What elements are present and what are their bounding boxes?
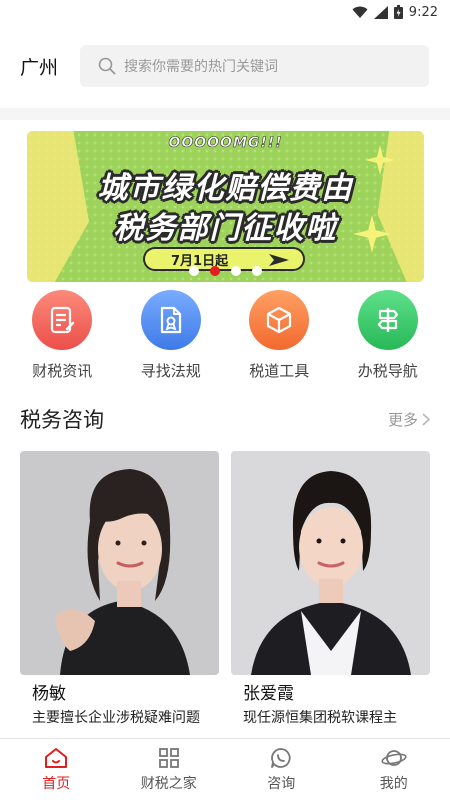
advisor-name: 杨敏 (32, 684, 66, 704)
tab-home[interactable]: 首页 (0, 739, 113, 800)
status-bar: 9:22 (0, 0, 450, 24)
shortcut-label: 税道工具 (249, 362, 310, 380)
pager-dot-active[interactable] (209, 266, 220, 276)
search-input[interactable]: 搜索你需要的热门关键词 (80, 45, 429, 87)
document-edit-icon (51, 306, 75, 334)
banner-headline-1: 城市绿化赔偿费由 (97, 171, 354, 206)
bottom-tab-bar: 首页 财税之家 咨询 我的 (0, 738, 450, 800)
tab-label: 咨询 (267, 775, 296, 792)
planet-icon (381, 749, 407, 766)
advisor-photo (20, 451, 219, 675)
certificate-file-icon (160, 306, 181, 334)
more-link[interactable]: 更多 (388, 409, 430, 430)
pager-dot[interactable] (188, 266, 199, 276)
advisor-photo (231, 451, 430, 675)
tab-mine[interactable]: 我的 (338, 739, 450, 800)
city-selector[interactable]: 广州 (20, 53, 66, 80)
regulations-icon-bg (140, 290, 201, 350)
shortcut-find-regulations[interactable]: 寻找法规 (121, 290, 221, 385)
search-placeholder: 搜索你需要的热门关键词 (124, 59, 278, 75)
advisor-portrait (20, 451, 219, 675)
banner-headline-2: 税务部门征收啦 (113, 211, 338, 246)
box-icon (267, 306, 292, 334)
shortcut-row: 财税资讯 寻找法规 税道工具 办税导航 (0, 290, 450, 385)
section-divider (0, 108, 450, 120)
pager-dot[interactable] (251, 266, 262, 276)
tab-label: 我的 (379, 775, 408, 792)
advisor-portrait (231, 451, 430, 675)
advisor-description: 现任源恒集团税软课程主 (243, 710, 397, 726)
consult-section-header: 税务咨询 更多 (20, 402, 430, 436)
search-icon (98, 57, 116, 75)
signpost-icon (377, 308, 398, 332)
section-title: 税务咨询 (20, 408, 104, 432)
advisor-card[interactable]: 杨敏 主要擅长企业涉税疑难问题 (20, 451, 219, 727)
banner-kicker: OOOOOMG!!! (168, 135, 283, 152)
shortcut-label: 财税资讯 (32, 362, 93, 380)
tab-tax-home[interactable]: 财税之家 (113, 739, 226, 800)
tax-tools-icon-bg (249, 290, 310, 350)
signal-icon (373, 5, 388, 19)
chevron-right-icon (422, 412, 430, 426)
pager-dot[interactable] (230, 266, 241, 276)
advisor-description: 主要擅长企业涉税疑难问题 (32, 710, 200, 726)
tab-label: 首页 (42, 775, 71, 792)
shortcut-label: 办税导航 (357, 362, 418, 380)
shortcut-tax-tools[interactable]: 税道工具 (229, 290, 329, 385)
grid-icon (158, 747, 179, 768)
advisor-list: 杨敏 主要擅长企业涉税疑难问题 张爱霞 现任源恒集团税软课程主 (20, 451, 430, 727)
battery-icon (393, 5, 403, 19)
promo-banner[interactable]: OOOOOMG!!! 城市绿化赔偿费由 税务部门征收啦 7月1日起 (27, 131, 424, 282)
tab-label: 财税之家 (140, 775, 197, 792)
tab-consult[interactable]: 咨询 (225, 739, 338, 800)
shortcut-tax-navigation[interactable]: 办税导航 (338, 290, 438, 385)
banner-pager (0, 266, 450, 276)
phone-chat-icon (271, 747, 291, 768)
arrow-right-icon (269, 254, 289, 266)
tax-navigation-icon-bg (357, 290, 418, 350)
status-time: 9:22 (408, 4, 438, 20)
header: 广州 搜索你需要的热门关键词 (0, 24, 450, 108)
advisor-card[interactable]: 张爱霞 现任源恒集团税软课程主 (231, 451, 430, 727)
tax-news-icon-bg (32, 290, 93, 350)
wifi-icon (352, 6, 368, 18)
advisor-name: 张爱霞 (243, 684, 294, 704)
more-label: 更多 (387, 410, 418, 429)
shortcut-label: 寻找法规 (140, 362, 201, 380)
home-icon (45, 747, 68, 768)
shortcut-tax-news[interactable]: 财税资讯 (12, 290, 112, 385)
